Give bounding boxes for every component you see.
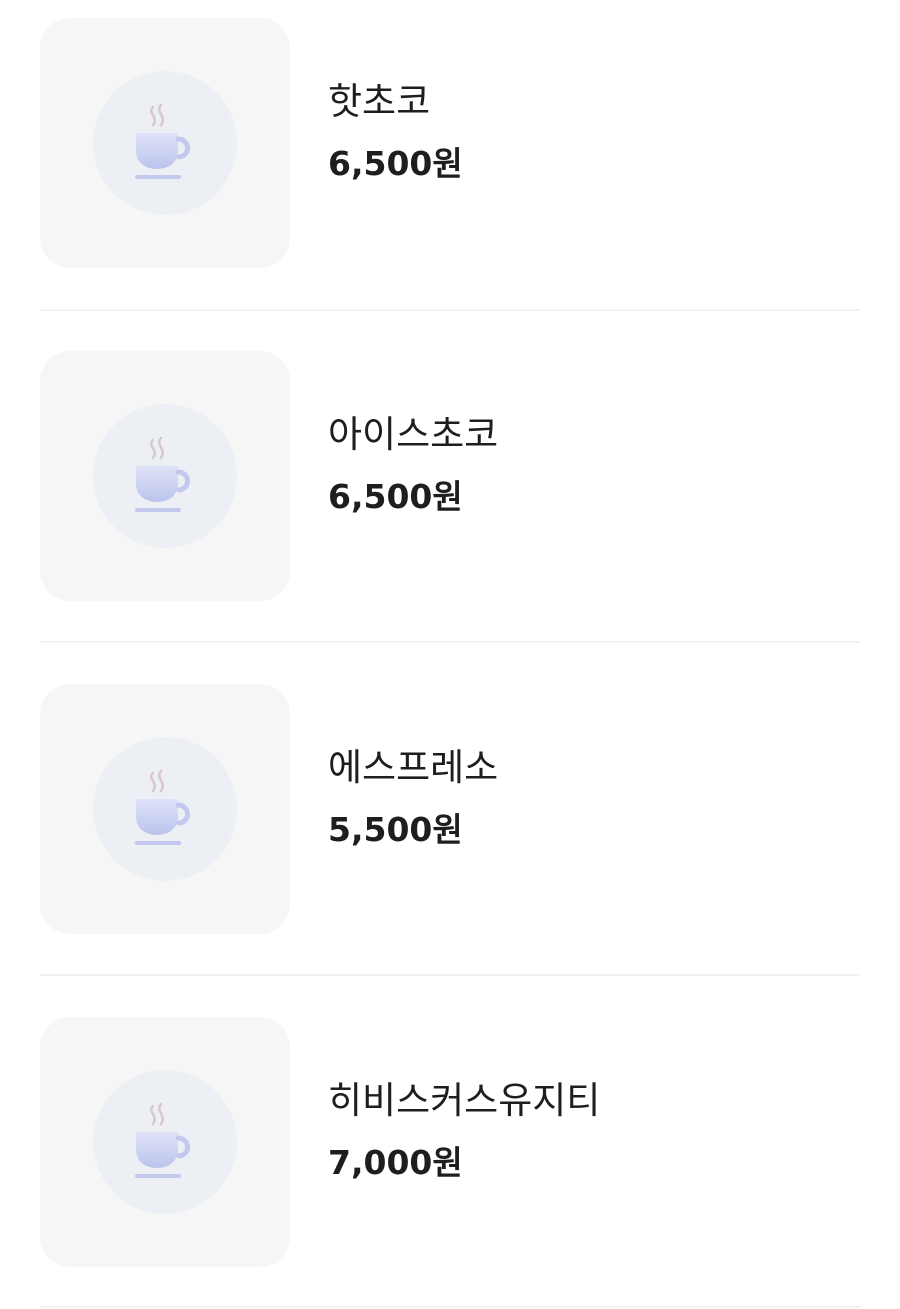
- menu-item-thumbnail: [40, 1017, 290, 1267]
- menu-item-price: 6,500원: [328, 144, 463, 183]
- menu-item-thumbnail: [40, 684, 290, 934]
- menu-item-hibiscus-yuzu-tea[interactable]: 히비스커스유지티 7,000원: [40, 1017, 860, 1267]
- menu-item-thumbnail: [40, 18, 290, 268]
- thumbnail-placeholder: [93, 737, 237, 881]
- menu-item-info: 에스프레소 5,500원: [328, 746, 498, 850]
- thumbnail-placeholder: [93, 71, 237, 215]
- menu-item-hot-choco[interactable]: 핫초코 6,500원: [40, 18, 860, 268]
- menu-item-name: 에스프레소: [328, 746, 499, 789]
- menu-item-name: 아이스초코: [328, 413, 499, 456]
- menu-item-name: 히비스커스유지티: [328, 1079, 601, 1122]
- menu-item-thumbnail: [40, 351, 290, 601]
- item-divider: [40, 309, 860, 311]
- coffee-cup-icon: [129, 103, 201, 183]
- coffee-cup-icon: [129, 436, 201, 516]
- menu-item-info: 핫초코 6,500원: [328, 80, 463, 184]
- item-divider: [40, 641, 860, 643]
- thumbnail-placeholder: [93, 1070, 237, 1214]
- coffee-cup-icon: [129, 769, 201, 849]
- item-divider: [40, 974, 860, 976]
- menu-item-iced-choco[interactable]: 아이스초코 6,500원: [40, 351, 860, 601]
- coffee-cup-icon: [129, 1102, 201, 1182]
- menu-item-espresso[interactable]: 에스프레소 5,500원: [40, 684, 860, 934]
- menu-item-info: 히비스커스유지티 7,000원: [328, 1079, 600, 1183]
- menu-item-price: 7,000원: [328, 1143, 463, 1182]
- menu-item-info: 아이스초코 6,500원: [328, 413, 498, 517]
- item-divider: [40, 1306, 860, 1308]
- thumbnail-placeholder: [93, 404, 237, 548]
- menu-item-price: 5,500원: [328, 810, 463, 849]
- menu-item-name: 핫초코: [328, 80, 431, 123]
- menu-item-price: 6,500원: [328, 477, 463, 516]
